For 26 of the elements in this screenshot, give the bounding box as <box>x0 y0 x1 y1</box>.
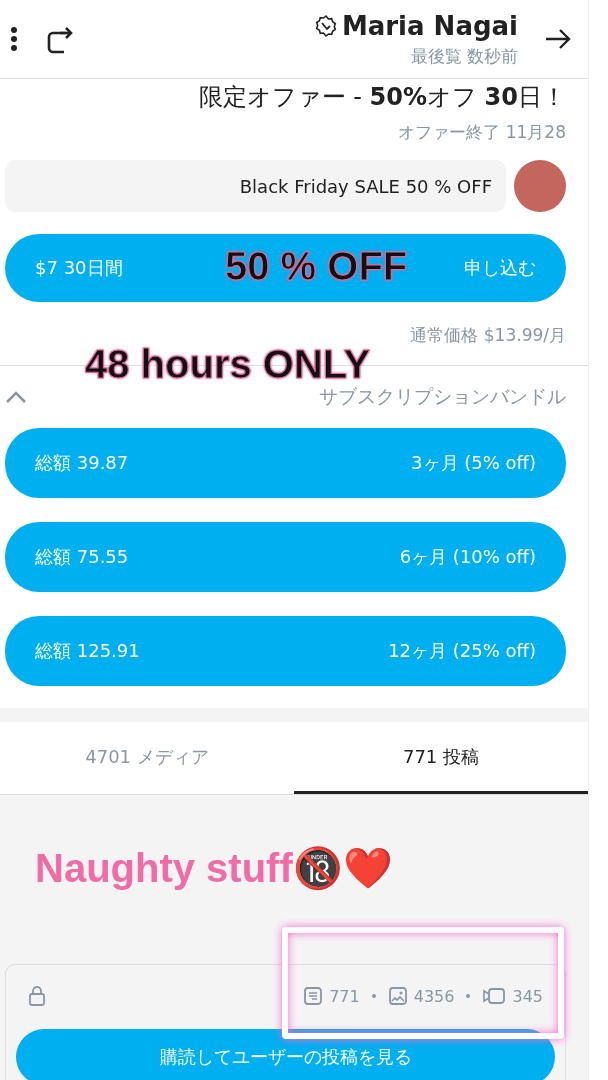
more-options-icon[interactable] <box>10 26 18 52</box>
image-icon <box>387 986 408 1006</box>
offer-end-date: オファー終了 11月28 <box>398 121 566 144</box>
separator-dot <box>466 994 471 998</box>
count-text: 4356 <box>413 986 455 1006</box>
video-icon <box>482 986 507 1006</box>
avatar-photo-placeholder <box>514 160 566 212</box>
time-limit-label: 48 hours ONLY <box>85 342 371 387</box>
caption-text: Naughty stuff🔞❤ <box>35 845 394 892</box>
chevron-icon <box>5 390 27 404</box>
subscribe-to-view-button[interactable]: 購読してユーザーの投稿を見る <box>16 1029 555 1080</box>
lock-icon <box>28 985 46 1007</box>
count-text: 771 <box>329 986 360 1006</box>
back-arrow-icon[interactable] <box>544 27 572 51</box>
last-seen-text: 最後覧 数秒前 <box>410 44 518 68</box>
bundle-button[interactable]: 総額 75.55 6ヶ月 (10% off) <box>5 522 566 592</box>
regular-price: 通常価格 $13.99/月 <box>410 324 566 347</box>
offer-title: 限定オファー - 50%オフ 30日！ <box>198 82 566 113</box>
promo-message: Black Friday SALE 50 % OFF <box>5 160 506 212</box>
profile-name: Maria Nagai <box>341 10 518 41</box>
discount-label: 50 % OFF <box>225 244 408 289</box>
count-text: 345 <box>512 986 543 1006</box>
separator-dot <box>371 994 376 998</box>
bundle-button[interactable]: 総額 39.87 3ヶ月 (5% off) <box>5 428 566 498</box>
post-icon <box>303 986 324 1006</box>
bundle-button[interactable]: 総額 125.91 12ヶ月 (25% off) <box>5 616 566 686</box>
